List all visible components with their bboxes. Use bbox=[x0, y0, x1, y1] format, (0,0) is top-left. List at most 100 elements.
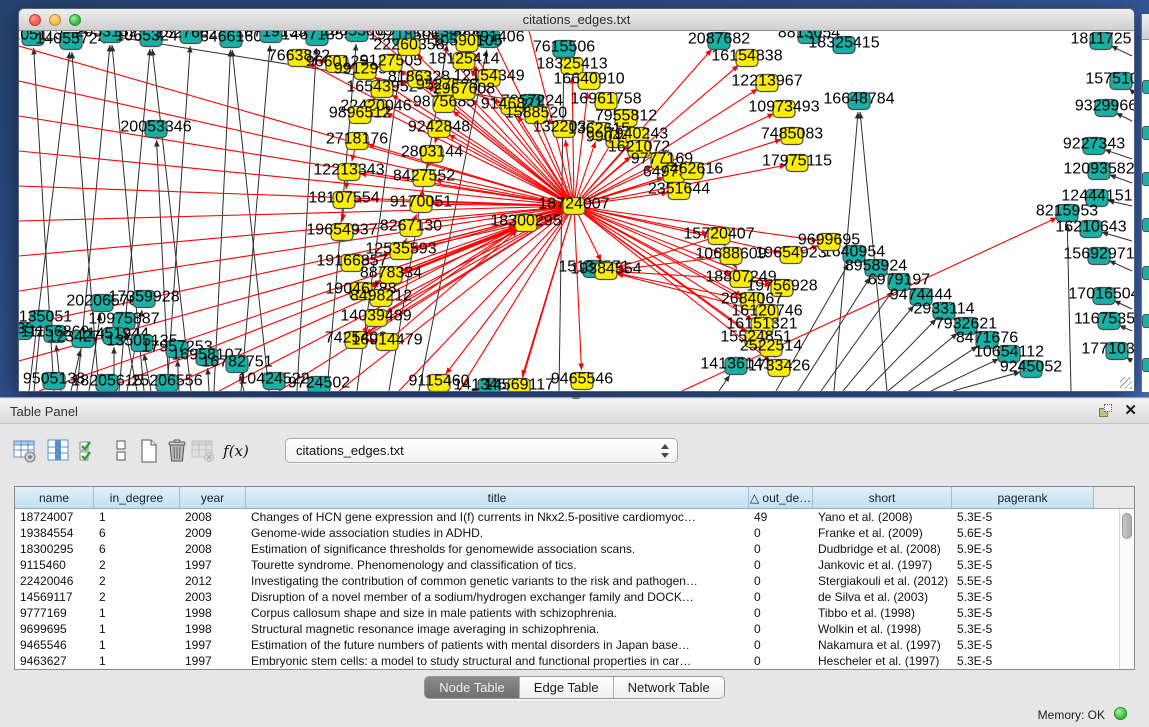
graph-node[interactable]: 10973493 bbox=[748, 98, 819, 117]
graph-node[interactable]: 1811725 bbox=[1070, 31, 1131, 50]
table-row[interactable]: 946362711997Embryonic stem cells: a mode… bbox=[15, 653, 1134, 669]
graph-node[interactable]: 16914479 bbox=[351, 331, 422, 350]
graph-node[interactable]: 1733426 bbox=[748, 357, 810, 376]
graph-node[interactable]: 2803144 bbox=[401, 143, 463, 162]
scrollbar-thumb[interactable] bbox=[1122, 513, 1132, 539]
cell-out_degree[interactable]: 0 bbox=[749, 525, 813, 541]
graph-node[interactable]: 9115460 bbox=[408, 372, 469, 391]
cell-in_degree[interactable]: 1 bbox=[94, 605, 180, 621]
row-height-icon[interactable] bbox=[106, 434, 136, 468]
cell-out_degree[interactable]: 0 bbox=[749, 637, 813, 653]
graph-node[interactable]: 16154838 bbox=[711, 47, 782, 66]
cell-pagerank[interactable]: 5.3E-5 bbox=[952, 605, 1094, 621]
graph-node[interactable]: 7462616 bbox=[661, 160, 723, 179]
graph-node[interactable]: 9896512 bbox=[329, 104, 391, 123]
table-row[interactable]: 977716911998Corpus callosum shape and si… bbox=[15, 605, 1134, 621]
column-header-pagerank[interactable]: pagerank bbox=[952, 487, 1094, 508]
graph-node[interactable]: 8427552 bbox=[393, 167, 455, 186]
cell-in_degree[interactable]: 1 bbox=[94, 653, 180, 669]
graph-node[interactable]: 8498212 bbox=[350, 287, 412, 306]
tab-network-table[interactable]: Network Table bbox=[613, 677, 724, 698]
cell-short[interactable]: Stergiakouli et al. (2012) bbox=[813, 573, 952, 589]
graph-node[interactable]: 16640910 bbox=[553, 70, 624, 89]
graph-node[interactable]: 15720407 bbox=[683, 225, 754, 244]
cell-title[interactable]: Investigating the contribution of common… bbox=[246, 573, 749, 589]
cell-name[interactable]: 9463627 bbox=[15, 653, 94, 669]
column-header-out_degree[interactable]: △ out_de… bbox=[749, 487, 813, 508]
cell-year[interactable]: 2012 bbox=[180, 573, 246, 589]
close-panel-icon[interactable]: ✕ bbox=[1124, 402, 1137, 420]
cell-in_degree[interactable]: 1 bbox=[94, 637, 180, 653]
cell-year[interactable]: 2003 bbox=[180, 589, 246, 605]
cell-in_degree[interactable]: 1 bbox=[94, 509, 180, 525]
graph-node[interactable]: 9227343 bbox=[1063, 135, 1125, 154]
graph-node[interactable]: 18325415 bbox=[808, 34, 879, 53]
show-columns-icon[interactable] bbox=[44, 434, 74, 468]
cell-short[interactable]: Wolkin et al. (1998) bbox=[813, 621, 952, 637]
graph-node[interactable]: 17016504 bbox=[1068, 285, 1134, 304]
table-row[interactable]: 969969511998Structural magnetic resonanc… bbox=[15, 621, 1134, 637]
cell-out_degree[interactable]: 0 bbox=[749, 621, 813, 637]
cell-short[interactable]: de Silva et al. (2003) bbox=[813, 589, 952, 605]
graph-node[interactable]: 17359928 bbox=[108, 288, 179, 307]
graph-node[interactable]: 19384554 bbox=[570, 260, 641, 279]
column-header-short[interactable]: short bbox=[813, 487, 952, 508]
graph-node[interactable]: 25206556 bbox=[131, 372, 202, 391]
cell-short[interactable]: Hescheler et al. (1997) bbox=[813, 653, 952, 669]
cell-out_degree[interactable]: 0 bbox=[749, 653, 813, 669]
cell-name[interactable]: 9699695 bbox=[15, 621, 94, 637]
cell-in_degree[interactable]: 6 bbox=[94, 525, 180, 541]
table-row[interactable]: 1872400712008Changes of HCN gene express… bbox=[15, 509, 1134, 525]
graph-node[interactable]: 20053346 bbox=[120, 118, 191, 137]
column-header-in_degree[interactable]: in_degree bbox=[94, 487, 180, 508]
cell-out_degree[interactable]: 0 bbox=[749, 573, 813, 589]
cell-year[interactable]: 1998 bbox=[180, 605, 246, 621]
graph-node[interactable]: 15692971 bbox=[1063, 245, 1134, 264]
tab-node-table[interactable]: Node Table bbox=[425, 677, 519, 698]
graph-node[interactable]: 9724502 bbox=[288, 374, 350, 391]
graph-node[interactable]: 14039489 bbox=[340, 307, 411, 326]
cell-short[interactable]: Jankovic et al. (1997) bbox=[813, 557, 952, 573]
graph-node[interactable]: 17710352 bbox=[1081, 340, 1134, 359]
cell-out_degree[interactable]: 0 bbox=[749, 605, 813, 621]
cell-title[interactable]: Tourette syndrome. Phenomenology and cla… bbox=[246, 557, 749, 573]
float-panel-icon[interactable] bbox=[1099, 404, 1113, 418]
cell-year[interactable]: 1998 bbox=[180, 621, 246, 637]
graph-node[interactable]: 16648784 bbox=[823, 90, 894, 109]
column-header-name[interactable]: name bbox=[15, 487, 94, 508]
graph-node[interactable]: 9329966 bbox=[1075, 97, 1134, 116]
cell-title[interactable]: Estimation of the future numbers of pati… bbox=[246, 637, 749, 653]
cell-name[interactable]: 9465546 bbox=[15, 637, 94, 653]
table-row[interactable]: 1938455462009Genome-wide association stu… bbox=[15, 525, 1134, 541]
cell-short[interactable]: Tibbo et al. (1998) bbox=[813, 605, 952, 621]
graph-node[interactable]: 12213967 bbox=[731, 72, 802, 91]
cell-title[interactable]: Embryonic stem cells: a model to study s… bbox=[246, 653, 749, 669]
vertical-scrollbar[interactable] bbox=[1119, 509, 1134, 669]
cell-in_degree[interactable]: 1 bbox=[94, 621, 180, 637]
cell-name[interactable]: 22420046 bbox=[15, 573, 94, 589]
cell-out_degree[interactable]: 0 bbox=[749, 541, 813, 557]
table-row[interactable]: 946554611997Estimation of the future num… bbox=[15, 637, 1134, 653]
cell-year[interactable]: 2008 bbox=[180, 509, 246, 525]
cell-title[interactable]: Structural magnetic resonance image aver… bbox=[246, 621, 749, 637]
table-settings-icon[interactable] bbox=[10, 434, 40, 468]
cell-pagerank[interactable]: 5.6E-5 bbox=[952, 525, 1094, 541]
table-row[interactable]: 1830029562008Estimation of significance … bbox=[15, 541, 1134, 557]
cell-name[interactable]: 18300295 bbox=[15, 541, 94, 557]
network-window[interactable]: citations_edges.txt 91051131405572420531… bbox=[18, 8, 1135, 392]
table-select-dropdown[interactable]: citations_edges.txt bbox=[285, 438, 678, 463]
graph-node[interactable]: 9465546 bbox=[551, 370, 613, 389]
graph-node[interactable]: 9245052 bbox=[1000, 358, 1062, 377]
cell-name[interactable]: 14569117 bbox=[15, 589, 94, 605]
select-columns-icon[interactable] bbox=[76, 434, 106, 468]
cell-title[interactable]: Disruption of a novel member of a sodium… bbox=[246, 589, 749, 605]
table-row[interactable]: 911546021997Tourette syndrome. Phenomeno… bbox=[15, 557, 1134, 573]
cell-short[interactable]: Franke et al. (2009) bbox=[813, 525, 952, 541]
network-canvas-container[interactable]: 9105113140557242053132510653247152760276… bbox=[19, 31, 1134, 391]
cell-title[interactable]: Genome-wide association studies in ADHD. bbox=[246, 525, 749, 541]
graph-node[interactable]: 9242848 bbox=[408, 118, 470, 137]
cell-short[interactable]: Yano et al. (2008) bbox=[813, 509, 952, 525]
cell-out_degree[interactable]: 49 bbox=[749, 509, 813, 525]
graph-node[interactable]: 9170051 bbox=[390, 193, 452, 212]
cell-pagerank[interactable]: 5.3E-5 bbox=[952, 621, 1094, 637]
